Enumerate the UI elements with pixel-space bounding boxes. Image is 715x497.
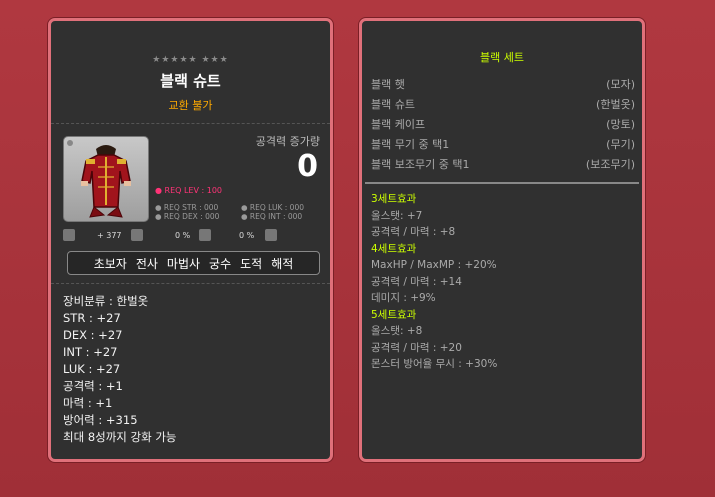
- req-dex: ● REQ DEX : 000: [155, 212, 220, 221]
- job-beginner: 초보자: [93, 256, 127, 271]
- wing-icon: [63, 229, 75, 241]
- stat-line: DEX : +27: [63, 328, 123, 342]
- set-info-panel: 블랙 세트 블랙 햇 (모자) 블랙 슈트 (한벌옷) 블랙 케이프 (망토) …: [359, 18, 645, 462]
- set-effect-line: 공격력 / 마력 : +14: [371, 275, 462, 288]
- set-effect-header: 4세트효과: [371, 242, 417, 255]
- job-pirate: 해적: [271, 256, 294, 271]
- set-title: 블랙 세트: [480, 51, 524, 64]
- set-item-name: 블랙 보조무기 중 택1: [371, 158, 470, 171]
- set-item-row: 블랙 슈트 (한벌옷): [371, 95, 635, 115]
- suit-icon: [67, 140, 131, 218]
- req-str: ● REQ STR : 000: [155, 203, 219, 212]
- set-effect-line: 몬스터 방어율 무시 : +30%: [371, 358, 498, 370]
- set-effect-line: 공격력 / 마력 : +20: [371, 341, 462, 354]
- item-tooltip-panel: ★★★★★ ★★★ 블랙 슈트 교환 불가 공격력 증가량 0 ● REQ LE…: [48, 18, 333, 462]
- set-item-type: (무기): [606, 138, 635, 151]
- set-effect-line: MaxHP / MaxMP : +20%: [371, 259, 497, 271]
- set-item-name: 블랙 슈트: [371, 98, 415, 111]
- stat-line: LUK : +27: [63, 362, 121, 376]
- stat-line: 마력 : +1: [63, 396, 113, 410]
- job-magician: 마법사: [166, 256, 201, 271]
- set-item-row: 블랙 케이프 (망토): [371, 115, 635, 135]
- set-effect-header: 5세트효과: [371, 308, 417, 321]
- trade-restriction: 교환 불가: [168, 99, 213, 112]
- misc-value-2: 0 %: [175, 231, 191, 240]
- item-icon-frame: [63, 136, 149, 222]
- wing-icon: [131, 229, 143, 241]
- potential-row: + 377 0 % 0 %: [63, 229, 323, 245]
- stat-line: 공격력 : +1: [63, 379, 123, 393]
- attack-increase-value: 0: [297, 149, 318, 184]
- set-item-row: 블랙 보조무기 중 택1 (보조무기): [371, 155, 635, 175]
- item-stats: 장비분류 : 한벌옷 STR : +27 DEX : +27 INT : +27…: [63, 293, 177, 446]
- set-item-name: 블랙 무기 중 택1: [371, 138, 450, 151]
- armor-icon: [265, 229, 277, 241]
- stat-line: STR : +27: [63, 311, 121, 325]
- set-item-name: 블랙 햇: [371, 78, 405, 91]
- shield-icon: [199, 229, 211, 241]
- stat-line: 장비분류 : 한벌옷: [63, 294, 149, 308]
- job-class-list: 초보자 전사 마법사 궁수 도적 해적: [67, 251, 320, 275]
- misc-value-3: 0 %: [239, 231, 255, 240]
- set-effects: 3세트효과 올스탯: +7 공격력 / 마력 : +8 4세트효과 MaxHP …: [371, 191, 497, 373]
- star-force-stars: ★★★★★ ★★★: [152, 55, 229, 65]
- set-item-name: 블랙 케이프: [371, 118, 426, 131]
- req-int: ● REQ INT : 000: [241, 212, 303, 221]
- set-item-list: 블랙 햇 (모자) 블랙 슈트 (한벌옷) 블랙 케이프 (망토) 블랙 무기 …: [371, 75, 635, 175]
- set-effect-line: 올스탯: +8: [371, 325, 423, 337]
- item-name: 블랙 슈트: [160, 72, 221, 90]
- set-item-type: (보조무기): [585, 158, 635, 171]
- set-item-type: (한벌옷): [596, 98, 635, 111]
- attack-increase-label: 공격력 증가량: [255, 135, 320, 148]
- set-effect-header: 3세트효과: [371, 193, 417, 205]
- stat-line: INT : +27: [63, 345, 118, 359]
- set-divider: [365, 182, 639, 184]
- divider: [51, 123, 330, 124]
- stat-line: 방어력 : +315: [63, 413, 138, 427]
- req-luk: ● REQ LUK : 000: [241, 203, 304, 212]
- req-level: ● REQ LEV : 100: [155, 186, 223, 195]
- set-item-type: (모자): [606, 78, 635, 91]
- set-item-type: (망토): [606, 118, 635, 131]
- divider: [51, 283, 330, 284]
- misc-value-1: + 377: [97, 231, 122, 240]
- stat-line: 최대 8성까지 강화 가능: [63, 430, 177, 444]
- job-warrior: 전사: [135, 256, 158, 271]
- job-archer: 궁수: [209, 256, 232, 271]
- job-thief: 도적: [240, 256, 263, 271]
- set-effect-line: 올스탯: +7: [371, 209, 423, 222]
- set-item-row: 블랙 햇 (모자): [371, 75, 635, 95]
- set-item-row: 블랙 무기 중 택1 (무기): [371, 135, 635, 155]
- set-effect-line: 데미지 : +9%: [371, 292, 436, 304]
- set-effect-line: 공격력 / 마력 : +8: [371, 226, 456, 238]
